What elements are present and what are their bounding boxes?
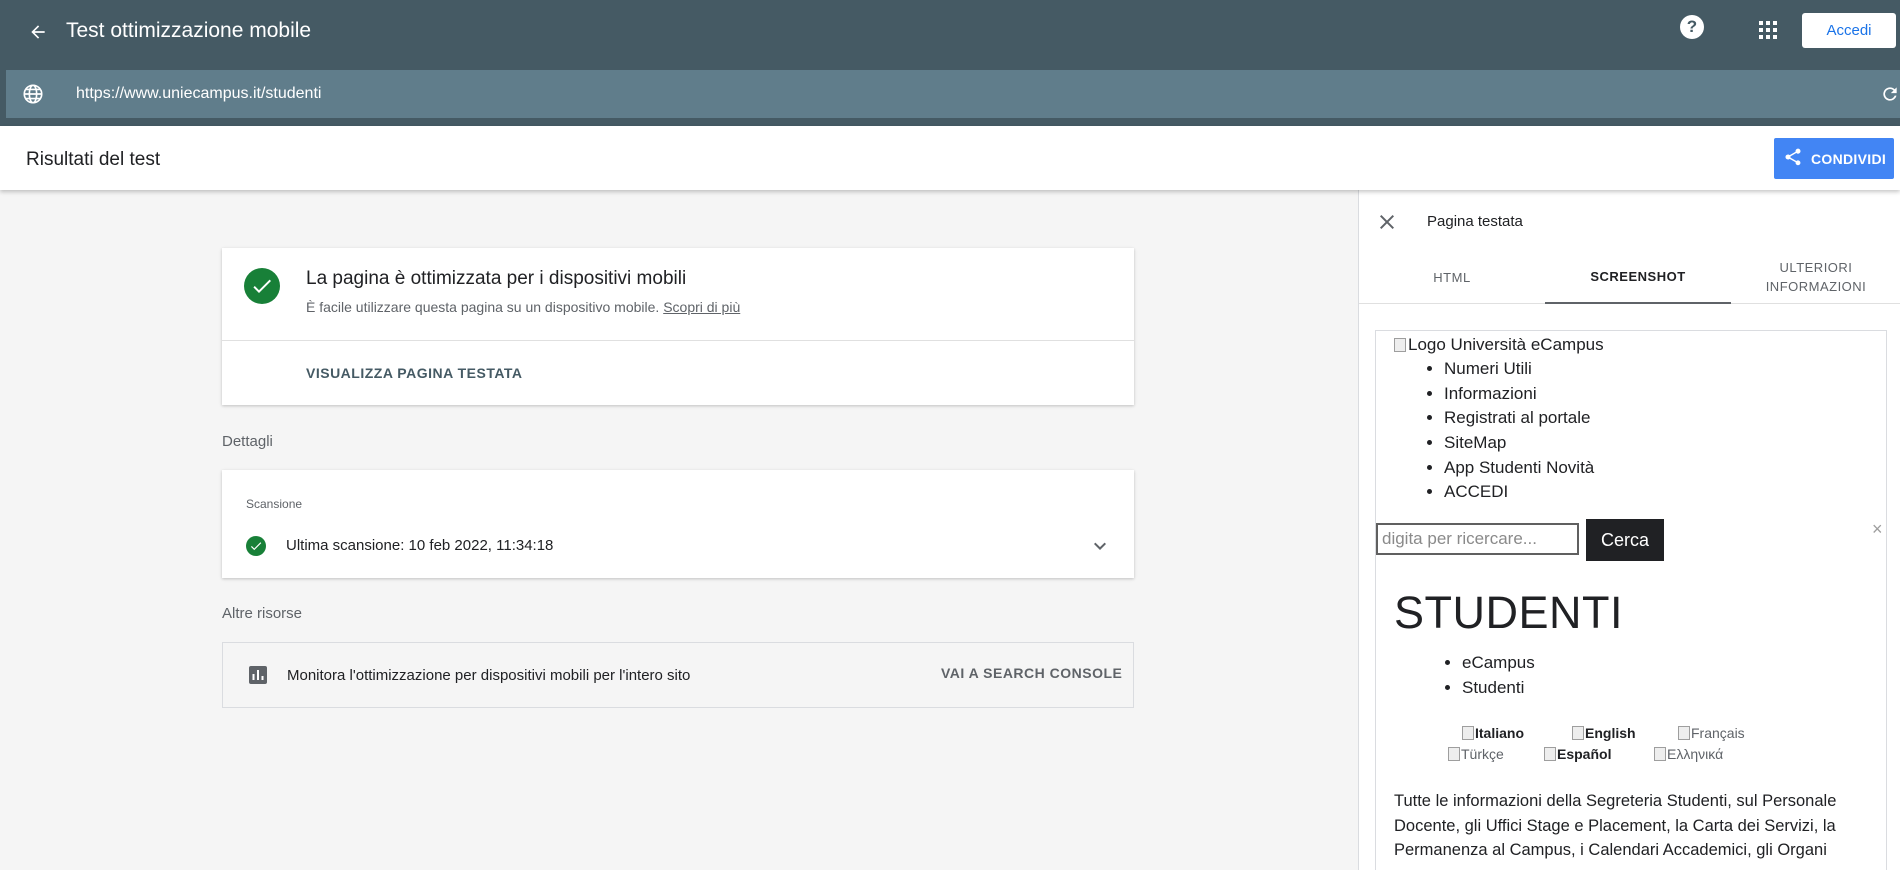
share-icon <box>1783 147 1803 170</box>
result-heading: La pagina è ottimizzata per i dispositiv… <box>306 268 687 289</box>
result-subtitle: È facile utilizzare questa pagina su un … <box>306 299 740 315</box>
preview-logo: Logo Università eCampus <box>1394 335 1604 355</box>
preview-language-label: English <box>1585 725 1636 741</box>
preview-search-button: Cerca <box>1586 519 1664 561</box>
login-button[interactable]: Accedi <box>1802 13 1896 48</box>
broken-image-icon <box>1462 726 1474 740</box>
check-circle-icon <box>244 268 280 304</box>
tab-html[interactable]: HTML <box>1359 250 1545 304</box>
preview-paragraph: Tutte le informazioni della Segreteria S… <box>1394 792 1837 859</box>
preview-nav-item: ACCEDI <box>1444 482 1594 507</box>
help-icon[interactable]: ? <box>1680 15 1704 39</box>
broken-image-icon <box>1654 747 1666 761</box>
preview-language-flag: Français <box>1678 725 1745 741</box>
result-subtitle-text: È facile utilizzare questa pagina su un … <box>306 299 660 315</box>
tab-screenshot[interactable]: SCREENSHOT <box>1545 250 1731 304</box>
preview-language-label: Italiano <box>1475 725 1525 741</box>
tested-page-panel: Pagina testata HTML SCREENSHOT ULTERIORI… <box>1358 190 1900 870</box>
close-icon[interactable] <box>1375 210 1399 234</box>
results-title: Risultati del test <box>26 149 161 170</box>
preview-language-flag: English <box>1572 725 1636 741</box>
scan-title: Scansione <box>246 497 303 511</box>
check-circle-small-icon <box>246 536 266 556</box>
result-card: La pagina è ottimizzata per i dispositiv… <box>222 248 1134 405</box>
chevron-down-icon[interactable] <box>1088 534 1112 558</box>
other-resources-label: Altre risorse <box>222 605 303 622</box>
app-bar: Test ottimizzazione mobile ? Accedi <box>0 0 1900 126</box>
preview-nav-item: Numeri Utili <box>1444 359 1594 384</box>
apps-grid-icon[interactable] <box>1758 20 1778 40</box>
preview-dismiss-icon[interactable]: × <box>1872 519 1883 540</box>
bar-chart-icon <box>249 666 267 684</box>
preview-breadcrumb-item: Studenti <box>1462 678 1535 703</box>
preview-nav-item: Informazioni <box>1444 384 1594 409</box>
broken-image-icon <box>1448 747 1460 761</box>
preview-heading: STUDENTI <box>1394 587 1623 638</box>
preview-language-flag: Italiano <box>1462 725 1524 741</box>
search-console-resource: Monitora l'ottimizzazione per dispositiv… <box>222 642 1134 708</box>
broken-image-icon <box>1544 747 1556 761</box>
preview-language-label: Türkçe <box>1461 746 1504 762</box>
app-title: Test ottimizzazione mobile <box>66 19 312 42</box>
tab-more-info[interactable]: ULTERIORI INFORMAZIONI <box>1731 250 1900 304</box>
url-bar <box>6 70 1900 118</box>
preview-nav-item: Registrati al portale <box>1444 408 1594 433</box>
preview-breadcrumbs: eCampus Studenti <box>1462 653 1535 702</box>
preview-logo-alt: Logo Università eCampus <box>1408 335 1604 354</box>
preview-breadcrumb-item: eCampus <box>1462 653 1535 678</box>
broken-image-icon <box>1678 726 1690 740</box>
share-label: CONDIVIDI <box>1811 150 1887 167</box>
preview-nav-list: Numeri Utili Informazioni Registrati al … <box>1444 359 1594 507</box>
preview-search-input <box>1376 523 1579 555</box>
last-scan-text: Ultima scansione: 10 feb 2022, 11:34:18 <box>286 537 554 554</box>
search-console-link[interactable]: VAI A SEARCH CONSOLE <box>941 665 1122 681</box>
preview-language-label: Français <box>1691 725 1745 741</box>
panel-title: Pagina testata <box>1427 213 1523 230</box>
panel-tabs: HTML SCREENSHOT ULTERIORI INFORMAZIONI <box>1359 250 1900 304</box>
preview-language-label: Ελληνικά <box>1667 746 1724 762</box>
scan-card[interactable]: Scansione Ultima scansione: 10 feb 2022,… <box>222 470 1134 578</box>
back-arrow-icon[interactable] <box>18 14 58 50</box>
details-label: Dettagli <box>222 433 273 450</box>
resource-text: Monitora l'ottimizzazione per dispositiv… <box>287 667 691 684</box>
results-header: Risultati del test CONDIVIDI <box>0 126 1900 190</box>
card-divider <box>222 340 1134 341</box>
preview-nav-item: SiteMap <box>1444 433 1594 458</box>
learn-more-link[interactable]: Scopri di più <box>663 299 740 315</box>
refresh-icon[interactable] <box>1880 84 1900 104</box>
preview-language-flag: Ελληνικά <box>1654 746 1723 762</box>
page-screenshot-preview: Logo Università eCampus Numeri Utili Inf… <box>1375 330 1887 870</box>
preview-language-flag: Español <box>1544 746 1611 762</box>
globe-icon <box>22 83 44 105</box>
broken-image-icon <box>1572 726 1584 740</box>
preview-language-label: Español <box>1557 746 1612 762</box>
broken-image-icon <box>1394 338 1406 352</box>
url-input[interactable] <box>76 80 1776 108</box>
share-button[interactable]: CONDIVIDI <box>1774 138 1894 179</box>
preview-language-flag: Türkçe <box>1448 746 1504 762</box>
preview-nav-item: App Studenti Novità <box>1444 458 1594 483</box>
view-tested-page-button[interactable]: VISUALIZZA PAGINA TESTATA <box>306 365 523 381</box>
